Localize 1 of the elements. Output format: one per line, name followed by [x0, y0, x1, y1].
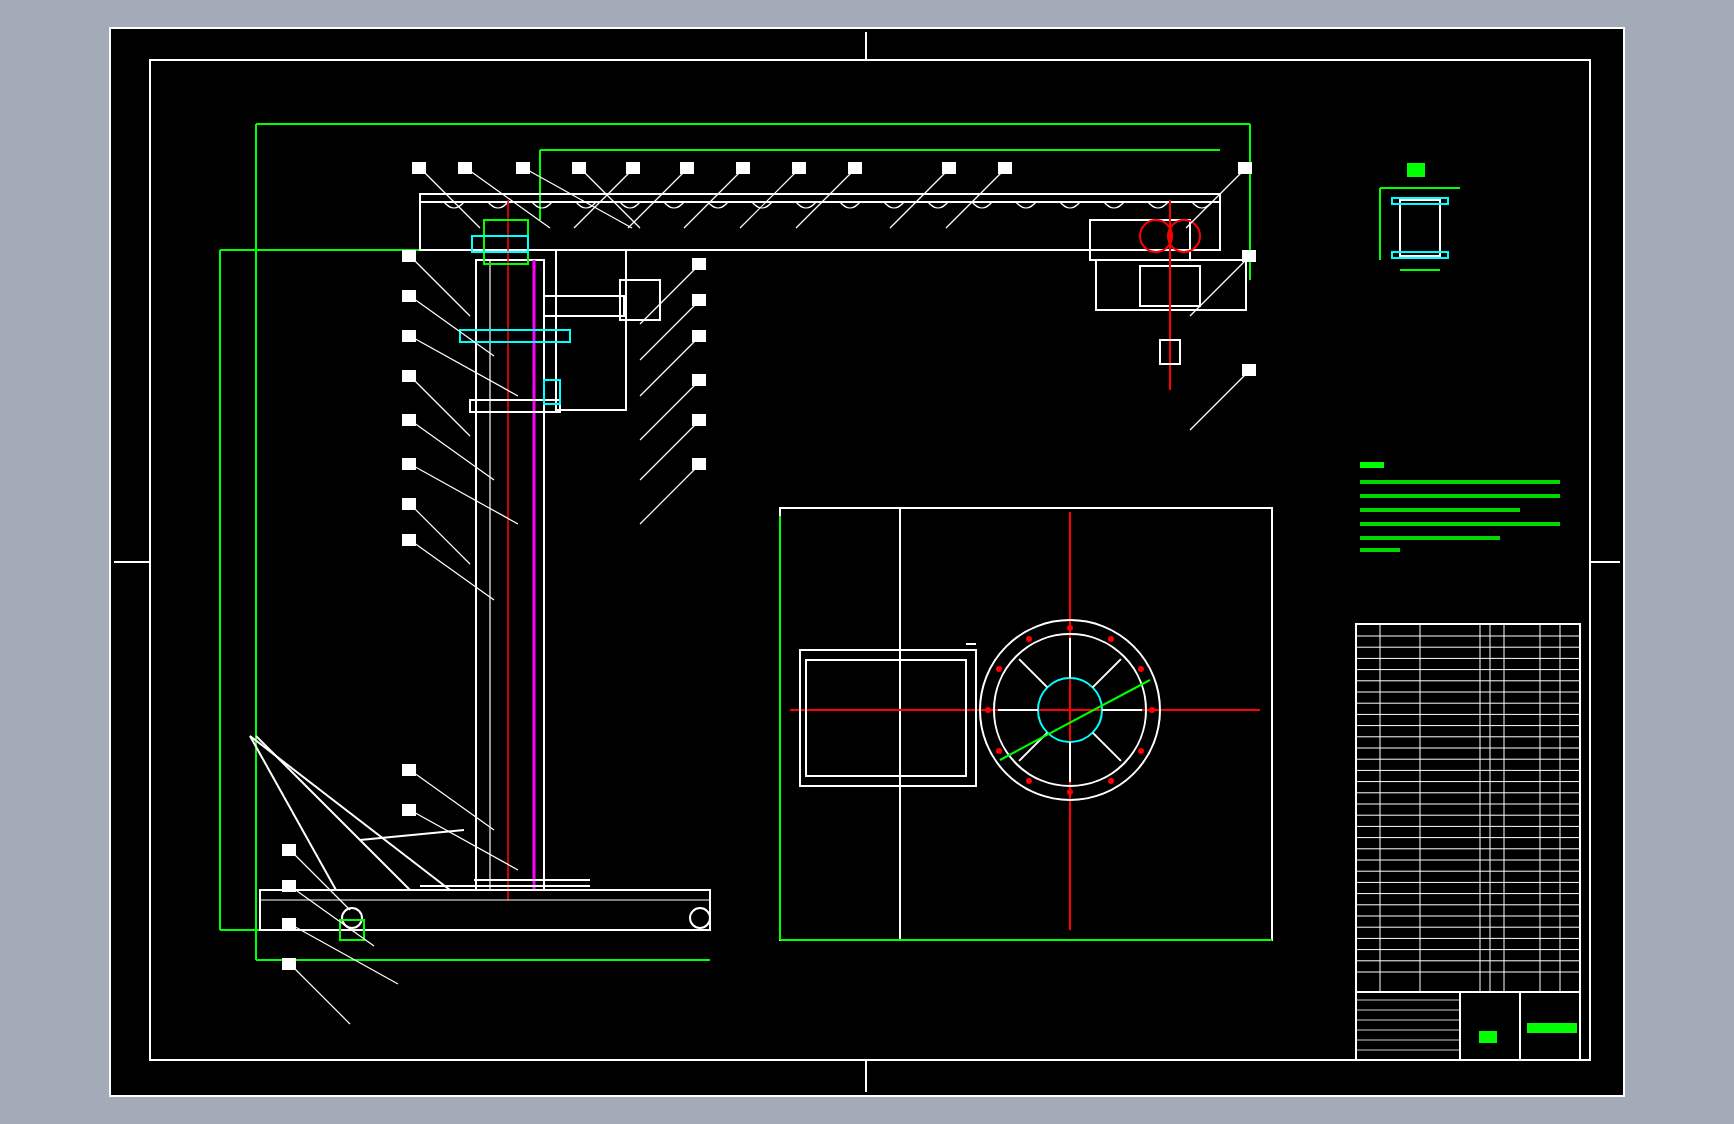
section-view-drawing: [1379, 163, 1461, 271]
